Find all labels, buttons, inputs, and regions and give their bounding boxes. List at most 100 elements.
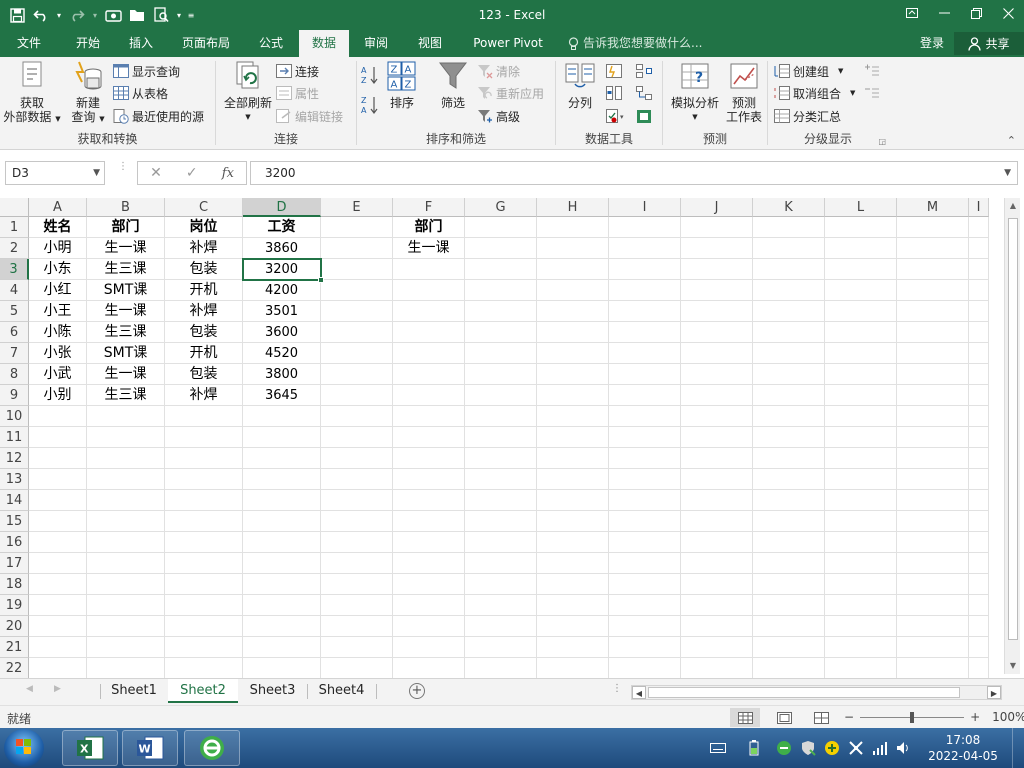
cell[interactable]: [537, 217, 609, 238]
filter-button[interactable]: 筛选: [435, 60, 471, 110]
cell[interactable]: [825, 595, 897, 616]
cell[interactable]: [537, 595, 609, 616]
cell[interactable]: [165, 448, 243, 469]
table-cell[interactable]: 开机: [165, 280, 243, 301]
cell[interactable]: [393, 658, 465, 678]
sort-button[interactable]: ZAAZ 排序: [385, 60, 419, 110]
cell[interactable]: [321, 427, 393, 448]
cell[interactable]: [537, 259, 609, 280]
tab-formulas[interactable]: 公式: [248, 30, 294, 57]
cell[interactable]: [87, 637, 165, 658]
cell[interactable]: [969, 616, 989, 637]
cell[interactable]: [753, 385, 825, 406]
cell[interactable]: [29, 511, 87, 532]
cell[interactable]: [681, 427, 753, 448]
taskbar-word-icon[interactable]: W: [122, 730, 178, 766]
cell[interactable]: [87, 448, 165, 469]
cell[interactable]: [165, 574, 243, 595]
network-tools-icon[interactable]: [848, 740, 864, 756]
row-header[interactable]: 22: [0, 658, 29, 678]
cell[interactable]: [825, 553, 897, 574]
cell[interactable]: [969, 259, 989, 280]
show-queries-button[interactable]: 显示查询: [113, 61, 180, 81]
cell[interactable]: [465, 448, 537, 469]
cell[interactable]: [681, 469, 753, 490]
save-icon[interactable]: [6, 4, 28, 26]
cell[interactable]: [243, 658, 321, 678]
row-header[interactable]: 20: [0, 616, 29, 637]
cell[interactable]: [753, 322, 825, 343]
column-header[interactable]: G: [465, 198, 537, 217]
add-sheet-icon[interactable]: +: [409, 683, 425, 699]
cell[interactable]: [897, 217, 969, 238]
cell[interactable]: [681, 574, 753, 595]
cell[interactable]: [681, 280, 753, 301]
column-header[interactable]: A: [29, 198, 87, 217]
formula-input[interactable]: 3200 ▼: [250, 161, 1018, 185]
cell[interactable]: [165, 595, 243, 616]
table-cell[interactable]: 生一课: [87, 364, 165, 385]
column-header[interactable]: C: [165, 198, 243, 217]
tab-review[interactable]: 审阅: [352, 30, 400, 57]
cell[interactable]: [609, 658, 681, 678]
cell[interactable]: [897, 301, 969, 322]
cell[interactable]: [29, 616, 87, 637]
cell[interactable]: [609, 301, 681, 322]
cell[interactable]: [393, 259, 465, 280]
cell[interactable]: [465, 574, 537, 595]
volume-icon[interactable]: [896, 740, 912, 756]
cell[interactable]: [321, 595, 393, 616]
cell[interactable]: [753, 259, 825, 280]
cell[interactable]: [393, 469, 465, 490]
cell[interactable]: [393, 364, 465, 385]
cell[interactable]: [393, 616, 465, 637]
cell[interactable]: [969, 322, 989, 343]
cell[interactable]: [87, 427, 165, 448]
cell[interactable]: [537, 637, 609, 658]
table-cell[interactable]: 小陈: [29, 322, 87, 343]
cell[interactable]: [29, 406, 87, 427]
cell[interactable]: [393, 553, 465, 574]
cell[interactable]: [681, 364, 753, 385]
cell[interactable]: [393, 637, 465, 658]
cell[interactable]: [897, 427, 969, 448]
criteria-header-cell[interactable]: 部门: [393, 217, 465, 238]
add-circle-icon[interactable]: [824, 740, 840, 756]
cell[interactable]: [393, 427, 465, 448]
cell[interactable]: [465, 385, 537, 406]
cell[interactable]: [465, 637, 537, 658]
cell[interactable]: [537, 616, 609, 637]
cell[interactable]: [165, 469, 243, 490]
cell[interactable]: [969, 532, 989, 553]
group-button[interactable]: 创建组 ▼: [774, 61, 843, 81]
cell[interactable]: [897, 595, 969, 616]
cell[interactable]: [969, 595, 989, 616]
cell[interactable]: [29, 658, 87, 678]
customize-qat-icon[interactable]: ≡: [186, 4, 196, 26]
cell[interactable]: [609, 574, 681, 595]
vertical-scrollbar[interactable]: ▲ ▼: [1004, 198, 1020, 674]
table-cell[interactable]: 3645: [243, 385, 321, 406]
cell[interactable]: [609, 322, 681, 343]
cell[interactable]: [825, 616, 897, 637]
cell[interactable]: [825, 448, 897, 469]
cell[interactable]: [753, 448, 825, 469]
minimize-icon[interactable]: [928, 0, 960, 26]
cell[interactable]: [825, 217, 897, 238]
cell[interactable]: [537, 385, 609, 406]
tab-page-layout[interactable]: 页面布局: [172, 30, 240, 57]
cell[interactable]: [243, 469, 321, 490]
hide-detail-button[interactable]: [864, 83, 880, 103]
name-box[interactable]: D3 ▼: [5, 161, 105, 185]
cell[interactable]: [753, 217, 825, 238]
cell[interactable]: [537, 364, 609, 385]
touch-mode-icon[interactable]: [102, 4, 124, 26]
cell[interactable]: [393, 385, 465, 406]
row-header[interactable]: 14: [0, 490, 29, 511]
cell[interactable]: [969, 343, 989, 364]
cell[interactable]: [753, 301, 825, 322]
cell[interactable]: [609, 448, 681, 469]
table-cell[interactable]: 小别: [29, 385, 87, 406]
cell[interactable]: [609, 427, 681, 448]
scroll-right-icon[interactable]: ▶: [987, 686, 1001, 699]
